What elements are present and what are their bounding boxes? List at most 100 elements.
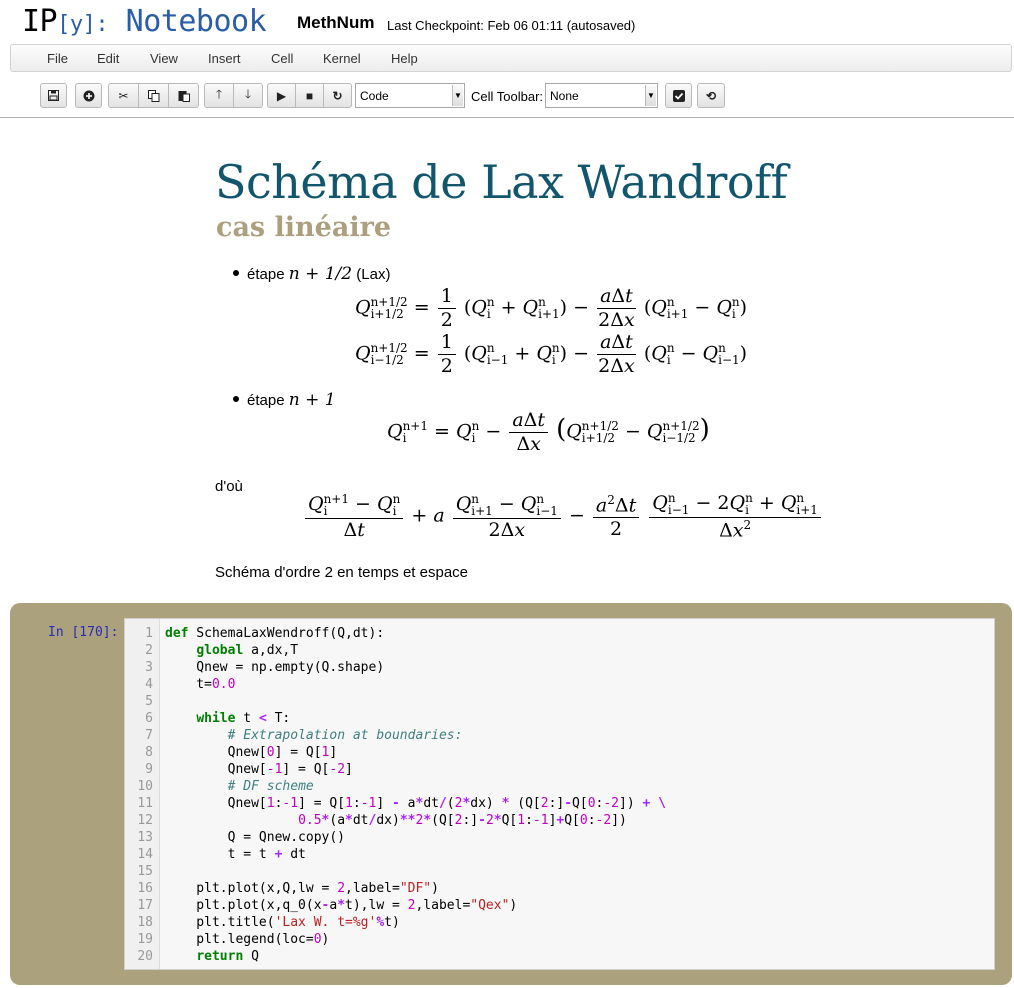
- cell-type-select[interactable]: Code ▼: [355, 83, 465, 108]
- chevron-down-icon: ▼: [452, 85, 463, 106]
- save-icon: [48, 90, 59, 101]
- code-line: Q = Qnew.copy(): [165, 830, 346, 845]
- line-number: 8: [145, 745, 153, 760]
- equation-step-full: Qn+1 i = Qni − aΔt Δx (Q n+1/2 i+1/2 − Qn+1/…: [387, 409, 710, 455]
- code-line: Qnew[-1] = Q[-2]: [165, 762, 353, 777]
- line-number: 16: [137, 881, 153, 896]
- line-number: 2: [145, 643, 153, 658]
- paste-button[interactable]: [168, 83, 199, 108]
- interrupt-button[interactable]: ■: [295, 83, 324, 108]
- bullet-math: n + 1/2: [288, 264, 353, 284]
- bullet-label: étape: [247, 392, 285, 409]
- line-number: 12: [137, 813, 153, 828]
- cut-button[interactable]: ✂: [108, 83, 139, 108]
- checkpoint-status: Last Checkpoint: Feb 06 01:11 (autosaved…: [387, 18, 636, 33]
- cell-toolbar-label: Cell Toolbar:: [471, 89, 544, 104]
- line-number: 17: [137, 898, 153, 913]
- line-number: 3: [145, 660, 153, 675]
- logo-notebook: Notebook: [125, 4, 267, 39]
- code-line: def SchemaLaxWendroff(Q,dt):: [165, 626, 385, 641]
- bullet-dot: [233, 396, 239, 403]
- notebook-header: IP[y]: Notebook MethNum Last Checkpoint:…: [0, 0, 1014, 44]
- copy-icon: [147, 89, 159, 102]
- text-conclusion: Schéma d'ordre 2 en temps et espace: [215, 564, 469, 581]
- header-divider: [0, 117, 1014, 118]
- code-editor[interactable]: 1 2 3 4 5 6 7 8 9 10 11 12 13 14 15 16 1…: [124, 618, 995, 970]
- menubar: File Edit View Insert Cell Kernel Help: [10, 44, 1012, 72]
- cell-toolbar-select[interactable]: None ▼: [545, 83, 658, 108]
- toolbar: ✂ 🡑 🡓 ▶ ■ ↻ Code ▼ Cell Toolbar: None ▼ …: [0, 80, 1014, 116]
- line-number: 4: [145, 677, 153, 692]
- line-number: 6: [145, 711, 153, 726]
- move-up-button[interactable]: 🡑: [204, 83, 234, 108]
- equation-lax-plus: Qn+1/2 i+1/2 = 12 (Q n i + Qn i+1) − aΔt 2Δx …: [355, 285, 748, 331]
- bullet-suffix: (Lax): [356, 266, 391, 283]
- code-line: while t < T:: [196, 711, 291, 726]
- bullet-step-half: étape n + 1/2 (Lax): [233, 264, 390, 284]
- check-square-icon: [672, 89, 685, 102]
- logo-y: [y]:: [57, 12, 109, 37]
- menu-view[interactable]: View: [150, 51, 178, 66]
- notebook-name[interactable]: MethNum: [297, 13, 374, 33]
- arrow-down-icon: 🡓: [244, 87, 252, 101]
- logo-ip: IP: [22, 4, 58, 39]
- scissors-icon: ✂: [118, 88, 129, 103]
- line-number: 20: [137, 949, 153, 964]
- line-number: 9: [145, 762, 153, 777]
- line-number: 11: [137, 796, 153, 811]
- code-line: t = t + dt: [165, 847, 306, 862]
- line-number: 18: [137, 915, 153, 930]
- code-line: return Q: [196, 949, 259, 964]
- code-line: global a,dx,T: [196, 643, 299, 658]
- menu-help[interactable]: Help: [391, 51, 418, 66]
- cell-toolbar-value: None: [550, 89, 579, 103]
- page-subtitle: cas linéaire: [216, 212, 392, 243]
- code-line: # DF scheme: [227, 779, 314, 794]
- arrow-up-icon: 🡑: [215, 87, 223, 101]
- menu-kernel[interactable]: Kernel: [323, 51, 361, 66]
- save-button[interactable]: [40, 83, 67, 108]
- reload-button[interactable]: ⟲: [697, 83, 725, 108]
- code-line: 0.5*(a*dt/dx)**2*(Q[2:]-2*Q[1:-1]+Q[0:-2…: [298, 813, 627, 828]
- checkbox-button[interactable]: [665, 83, 692, 108]
- line-number: 5: [145, 694, 153, 709]
- equation-scheme: Qn+1 i − Qn i Δt + a Qn i+1 − Qn i−1 2Δx − a2Δ…: [303, 492, 823, 541]
- code-line: # Extrapolation at boundaries:: [227, 728, 463, 743]
- reload-icon: ⟲: [705, 88, 717, 103]
- code-line: Qnew = np.empty(Q.shape): [165, 660, 385, 675]
- menu-edit[interactable]: Edit: [97, 51, 119, 66]
- move-down-button[interactable]: 🡓: [233, 83, 263, 108]
- line-number: 14: [137, 847, 153, 862]
- cell-type-value: Code: [360, 89, 389, 103]
- menu-file[interactable]: File: [47, 51, 68, 66]
- paste-icon: [178, 90, 190, 102]
- bullet-label: étape: [247, 266, 285, 283]
- bullet-step-full: étape n + 1: [233, 390, 336, 410]
- bullet-math: n + 1: [288, 390, 336, 410]
- chevron-down-icon: ▼: [645, 85, 656, 106]
- refresh-icon: ↻: [332, 88, 343, 103]
- bullet-dot: [233, 270, 239, 277]
- stop-icon: ■: [305, 88, 314, 103]
- menu-insert[interactable]: Insert: [208, 51, 241, 66]
- code-line: plt.plot(x,q_0(x-a*t),lw = 2,label="Qex"…: [165, 898, 518, 913]
- code-line: Qnew[1:-1] = Q[1:-1] - a*dt/(2*dx) * (Q[…: [165, 796, 666, 811]
- plus-circle-icon: [83, 90, 94, 101]
- code-line: t=0.0: [165, 677, 236, 692]
- line-number: 15: [137, 864, 153, 879]
- equation-lax-minus: Qn+1/2 i−1/2 = 12 (Q n i−1 + Qn i) − aΔt 2Δx …: [355, 331, 748, 377]
- insert-cell-button[interactable]: [75, 83, 102, 108]
- run-button[interactable]: ▶: [267, 83, 296, 108]
- restart-button[interactable]: ↻: [323, 83, 352, 108]
- copy-button[interactable]: [138, 83, 169, 108]
- code-line: plt.plot(x,Q,lw = 2,label="DF"): [165, 881, 439, 896]
- ipython-logo[interactable]: IP[y]: Notebook: [22, 4, 267, 43]
- line-number: 13: [137, 830, 153, 845]
- line-number: 1: [145, 626, 153, 641]
- input-prompt: In [170]:: [48, 625, 119, 640]
- code-line: Qnew[0] = Q[1]: [165, 745, 338, 760]
- code-line: plt.title('Lax W. t=%g'%t): [165, 915, 400, 930]
- page-title: Schéma de Lax Wandroff: [215, 155, 788, 209]
- menu-cell[interactable]: Cell: [271, 51, 293, 66]
- line-number: 7: [145, 728, 153, 743]
